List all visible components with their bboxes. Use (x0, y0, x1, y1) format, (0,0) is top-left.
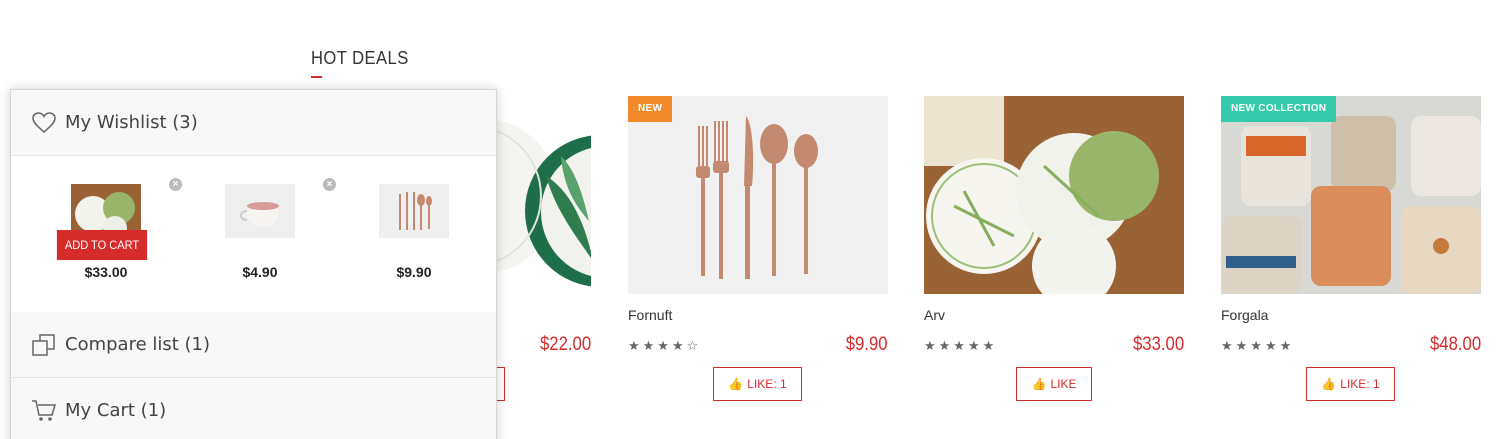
section-title-underline (311, 76, 322, 78)
product-card[interactable]: NEW Fornuft ★★★★☆ $9.90 👍 LIKE: 1 (628, 96, 888, 401)
compare-icon (31, 332, 57, 358)
product-price: $33.00 (1132, 334, 1184, 355)
product-price: $48.00 (1429, 334, 1481, 355)
wishlist-item-price: $9.90 (396, 264, 432, 280)
remove-icon[interactable]: × (323, 178, 336, 191)
star-icon: ★★★★☆ (628, 339, 702, 354)
like-button[interactable]: 👍 LIKE: 1 (1306, 367, 1395, 401)
product-badge: NEW (628, 96, 673, 122)
section-title: HOT DEALS (311, 48, 409, 68)
heart-icon (31, 110, 57, 136)
product-badge: NEW COLLECTION (1221, 96, 1337, 122)
wishlist-item[interactable]: × ADD TO CART $33.00 (51, 178, 182, 304)
thumbs-up-icon: 👍 (728, 377, 744, 391)
product-image[interactable]: NEW (628, 96, 888, 294)
compare-list-row[interactable]: Compare list (1) (11, 312, 496, 378)
product-name[interactable]: Fornuft (628, 307, 672, 323)
cart-icon (31, 398, 57, 424)
wishlist-header[interactable]: My Wishlist (3) (11, 90, 496, 156)
star-icon: ★★★★★ (1221, 339, 1295, 354)
cart-label: My Cart (1) (65, 400, 167, 421)
page: HOT DEALS $22.00 NEW Fornuft ★★★★☆ $9.90… (0, 0, 1512, 439)
product-name[interactable]: Forgala (1221, 307, 1268, 323)
compare-label: Compare list (1) (65, 334, 211, 355)
cart-row[interactable]: My Cart (1) (11, 378, 496, 439)
product-card[interactable]: NEW COLLECTION Forgala ★★★★★ $48.00 👍 LIK… (1221, 96, 1481, 401)
account-dropdown-panel: My Wishlist (3) × ADD TO CART $33.00 × $… (10, 89, 497, 439)
add-to-cart-button[interactable]: ADD TO CART (56, 230, 148, 260)
remove-icon[interactable]: × (169, 178, 182, 191)
wishlist-items: × ADD TO CART $33.00 × $4.90 $9.90 ◀ (11, 156, 496, 371)
product-image[interactable] (924, 96, 1184, 294)
product-image[interactable]: NEW COLLECTION (1221, 96, 1481, 294)
wishlist-item-image[interactable] (379, 184, 449, 238)
thumbs-up-icon: 👍 (1321, 377, 1337, 391)
wishlist-item-image[interactable] (225, 184, 295, 238)
like-button[interactable]: 👍 LIKE (1016, 367, 1092, 401)
product-price: $22.00 (539, 334, 591, 355)
star-icon: ★★★★★ (924, 339, 998, 354)
product-price: $9.90 (846, 334, 888, 355)
wishlist-item-price: $4.90 (242, 264, 278, 280)
like-label: LIKE: 1 (1340, 377, 1380, 391)
wishlist-item[interactable]: $9.90 (359, 184, 469, 304)
like-button[interactable]: 👍 LIKE: 1 (713, 367, 802, 401)
product-name[interactable]: Arv (924, 307, 945, 323)
wishlist-item-price: $33.00 (84, 264, 128, 280)
product-card[interactable]: Arv ★★★★★ $33.00 👍 LIKE (924, 96, 1184, 401)
wishlist-label: My Wishlist (3) (65, 112, 198, 133)
thumbs-up-icon: 👍 (1031, 377, 1047, 391)
like-label: LIKE (1050, 377, 1077, 391)
wishlist-item[interactable]: × $4.90 (205, 178, 336, 304)
like-label: LIKE: 1 (747, 377, 787, 391)
